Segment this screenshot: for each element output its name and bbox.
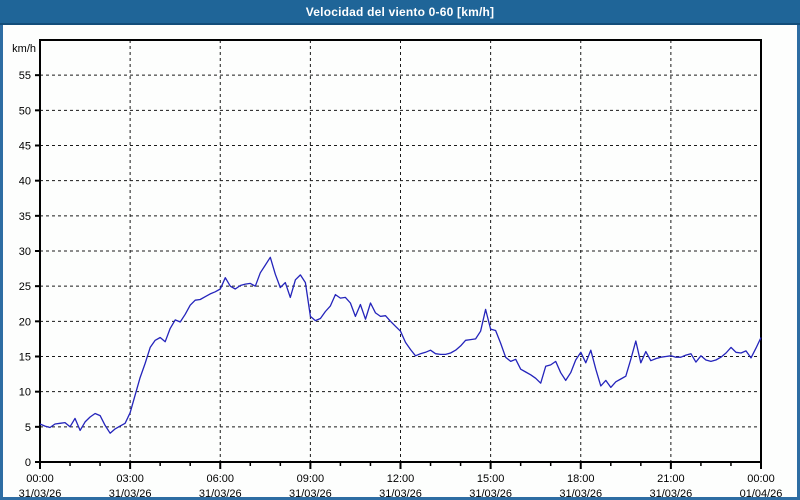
y-tick-label: 45 [19, 141, 31, 153]
x-tick-date: 31/03/26 [19, 488, 62, 500]
chart-title: Velocidad del viento 0-60 [km/h] [306, 5, 494, 19]
chart-title-bar: Velocidad del viento 0-60 [km/h] [0, 0, 800, 25]
x-tick-time: 00:00 [747, 473, 775, 485]
x-tick-time: 18:00 [567, 473, 595, 485]
x-tick-time: 00:00 [26, 473, 54, 485]
x-axis: 00:00 31/03/26 03:00 31/03/26 06:00 31/03/26 0… [19, 462, 783, 500]
wind-speed-chart-window: { "title": "Velocidad del viento 0-60 [k… [0, 0, 800, 500]
x-tick-time: 03:00 [116, 473, 144, 485]
y-tick-label: 25 [19, 281, 31, 293]
y-tick-label: 40 [19, 176, 31, 188]
y-tick-label: 35 [19, 211, 31, 223]
x-tick-date: 31/03/26 [649, 488, 692, 500]
x-tick-date: 31/03/26 [469, 488, 512, 500]
x-tick-time: 06:00 [206, 473, 234, 485]
y-tick-label: 20 [19, 316, 31, 328]
y-tick-label: 50 [19, 105, 31, 117]
y-axis: 0 5 10 15 20 25 30 35 40 45 50 55 km/h [12, 43, 40, 469]
x-tick-date: 01/04/26 [740, 488, 783, 500]
x-tick-date: 31/03/26 [379, 488, 422, 500]
y-tick-label: 0 [25, 457, 31, 469]
y-tick-label: 30 [19, 246, 31, 258]
y-tick-label: 15 [19, 352, 31, 364]
x-tick-date: 31/03/26 [199, 488, 242, 500]
gridlines [40, 40, 761, 462]
y-tick-label: 10 [19, 387, 31, 399]
x-tick-date: 31/03/26 [289, 488, 332, 500]
x-tick-date: 31/03/26 [109, 488, 152, 500]
x-tick-time: 15:00 [477, 473, 505, 485]
x-tick-time: 12:00 [387, 473, 415, 485]
x-tick-time: 21:00 [657, 473, 685, 485]
x-tick-date: 31/03/26 [559, 488, 602, 500]
y-tick-label: 5 [25, 422, 31, 434]
y-axis-unit-label: km/h [12, 43, 36, 55]
x-tick-time: 09:00 [297, 473, 325, 485]
wind-speed-chart: 0510152025303540455055km/h00:0031/03/260… [0, 25, 800, 500]
y-tick-label: 55 [19, 70, 31, 82]
